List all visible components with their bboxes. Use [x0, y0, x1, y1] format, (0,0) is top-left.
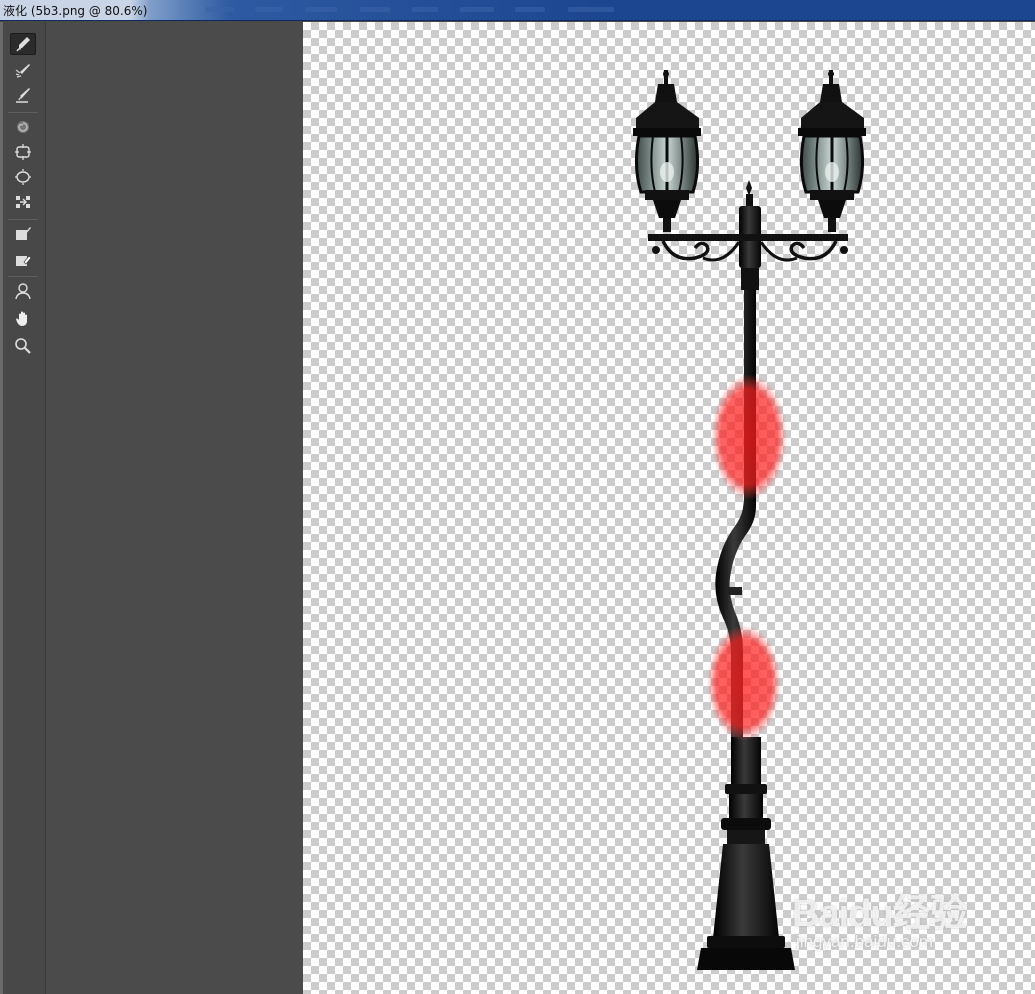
- smooth-tool-icon[interactable]: [10, 84, 36, 106]
- freeze-mask-tool-icon[interactable]: [10, 223, 36, 245]
- baidu-watermark: Baidu经验 jingyan.baidu.com: [792, 880, 992, 970]
- freeze-mask-lower: [707, 625, 781, 741]
- watermark-text: Baidu经验: [792, 893, 968, 935]
- watermark-subtext: jingyan.baidu.com: [796, 932, 934, 951]
- title-bar: 液化 (5b3.png @ 80.6%): [0, 0, 1035, 21]
- right-lantern: [798, 70, 866, 232]
- window-title: 液化 (5b3.png @ 80.6%): [3, 4, 148, 18]
- push-left-tool-icon[interactable]: [10, 191, 36, 213]
- canvas-gutter: [46, 22, 303, 994]
- lamp-pole: [697, 268, 795, 970]
- freeze-mask-upper: [711, 374, 787, 500]
- thaw-mask-tool-icon[interactable]: [10, 249, 36, 271]
- street-lamp-image: [633, 70, 866, 970]
- tool-panel: [0, 22, 46, 994]
- zoom-tool-icon[interactable]: [10, 335, 36, 357]
- twirl-clockwise-tool-icon[interactable]: [10, 116, 36, 138]
- left-lantern: [633, 70, 701, 232]
- preview-canvas[interactable]: [303, 22, 1035, 994]
- reconstruct-tool-icon[interactable]: [10, 60, 36, 82]
- face-tool-icon[interactable]: [10, 280, 36, 302]
- bloat-tool-icon[interactable]: [10, 166, 36, 188]
- pucker-tool-icon[interactable]: [10, 141, 36, 163]
- hand-tool-icon[interactable]: [10, 308, 36, 330]
- forward-warp-tool-icon[interactable]: [10, 33, 36, 55]
